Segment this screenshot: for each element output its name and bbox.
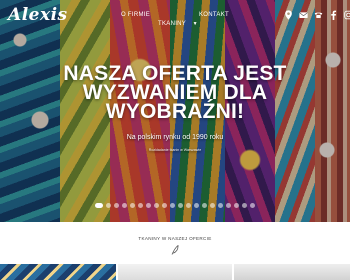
slider-dot[interactable] xyxy=(106,203,111,208)
phone-icon[interactable] xyxy=(314,10,323,20)
slider-dot[interactable] xyxy=(202,203,207,208)
slider-dot[interactable] xyxy=(146,203,151,208)
location-pin-icon[interactable] xyxy=(284,10,293,20)
nav-item-o-firmie[interactable]: O FIRMIE xyxy=(121,12,150,18)
hero-subline: Na polskim rynku od 1990 roku xyxy=(126,134,224,141)
nav-item-tkaniny[interactable]: TKANINY ▼ xyxy=(158,12,198,30)
slider-dot[interactable] xyxy=(162,203,167,208)
leaf-icon xyxy=(171,245,179,255)
section-title: TKANINY W NASZEJ OFERCIE xyxy=(138,236,212,241)
slider-dot[interactable] xyxy=(226,203,231,208)
slider-dot[interactable] xyxy=(170,203,175,208)
hero-headline: NASZA OFERTA JEST WYZWANIEM DLA WYOBRAŹN… xyxy=(0,63,350,123)
slider-dot[interactable] xyxy=(234,203,239,208)
hero-headline-line: WYOBRAŹNI! xyxy=(105,100,245,123)
fabric-thumbnails xyxy=(0,264,350,280)
slider-dot[interactable] xyxy=(210,203,215,208)
fabric-thumbnail[interactable] xyxy=(234,264,350,280)
slider-dot[interactable] xyxy=(154,203,159,208)
slider-dot[interactable] xyxy=(242,203,247,208)
slider-dot[interactable] xyxy=(186,203,191,208)
slider-dot[interactable] xyxy=(122,203,127,208)
instagram-icon[interactable] xyxy=(344,10,350,20)
facebook-icon[interactable] xyxy=(329,10,338,20)
slider-dot[interactable] xyxy=(218,203,223,208)
slider-dot[interactable] xyxy=(138,203,143,208)
nav-item-kontakt[interactable]: KONTAKT xyxy=(199,12,229,18)
chevron-down-icon: ▼ xyxy=(192,21,198,27)
contact-icons xyxy=(284,9,350,21)
logo[interactable]: Alexis xyxy=(8,5,68,25)
nav-item-tkaniny-label[interactable]: TKANINY xyxy=(158,21,186,27)
slider-dot[interactable] xyxy=(114,203,119,208)
hero-banner: Alexis O FIRMIE TKANINY ▼ KONTAKT NASZA … xyxy=(0,0,350,222)
mail-icon[interactable] xyxy=(299,10,308,20)
slider-dot[interactable] xyxy=(194,203,199,208)
fabric-thumbnail[interactable] xyxy=(118,264,232,280)
slider-dot[interactable] xyxy=(130,203,135,208)
slider-dot[interactable] xyxy=(95,203,103,208)
slider-dot[interactable] xyxy=(178,203,183,208)
fabric-thumbnail[interactable] xyxy=(0,264,116,280)
hero-caption: Rozkładanie tkanin w Warszawie xyxy=(148,148,202,152)
top-navigation: Alexis O FIRMIE TKANINY ▼ KONTAKT xyxy=(0,0,350,32)
slider-dot[interactable] xyxy=(250,203,255,208)
slider-pagination xyxy=(95,203,255,208)
